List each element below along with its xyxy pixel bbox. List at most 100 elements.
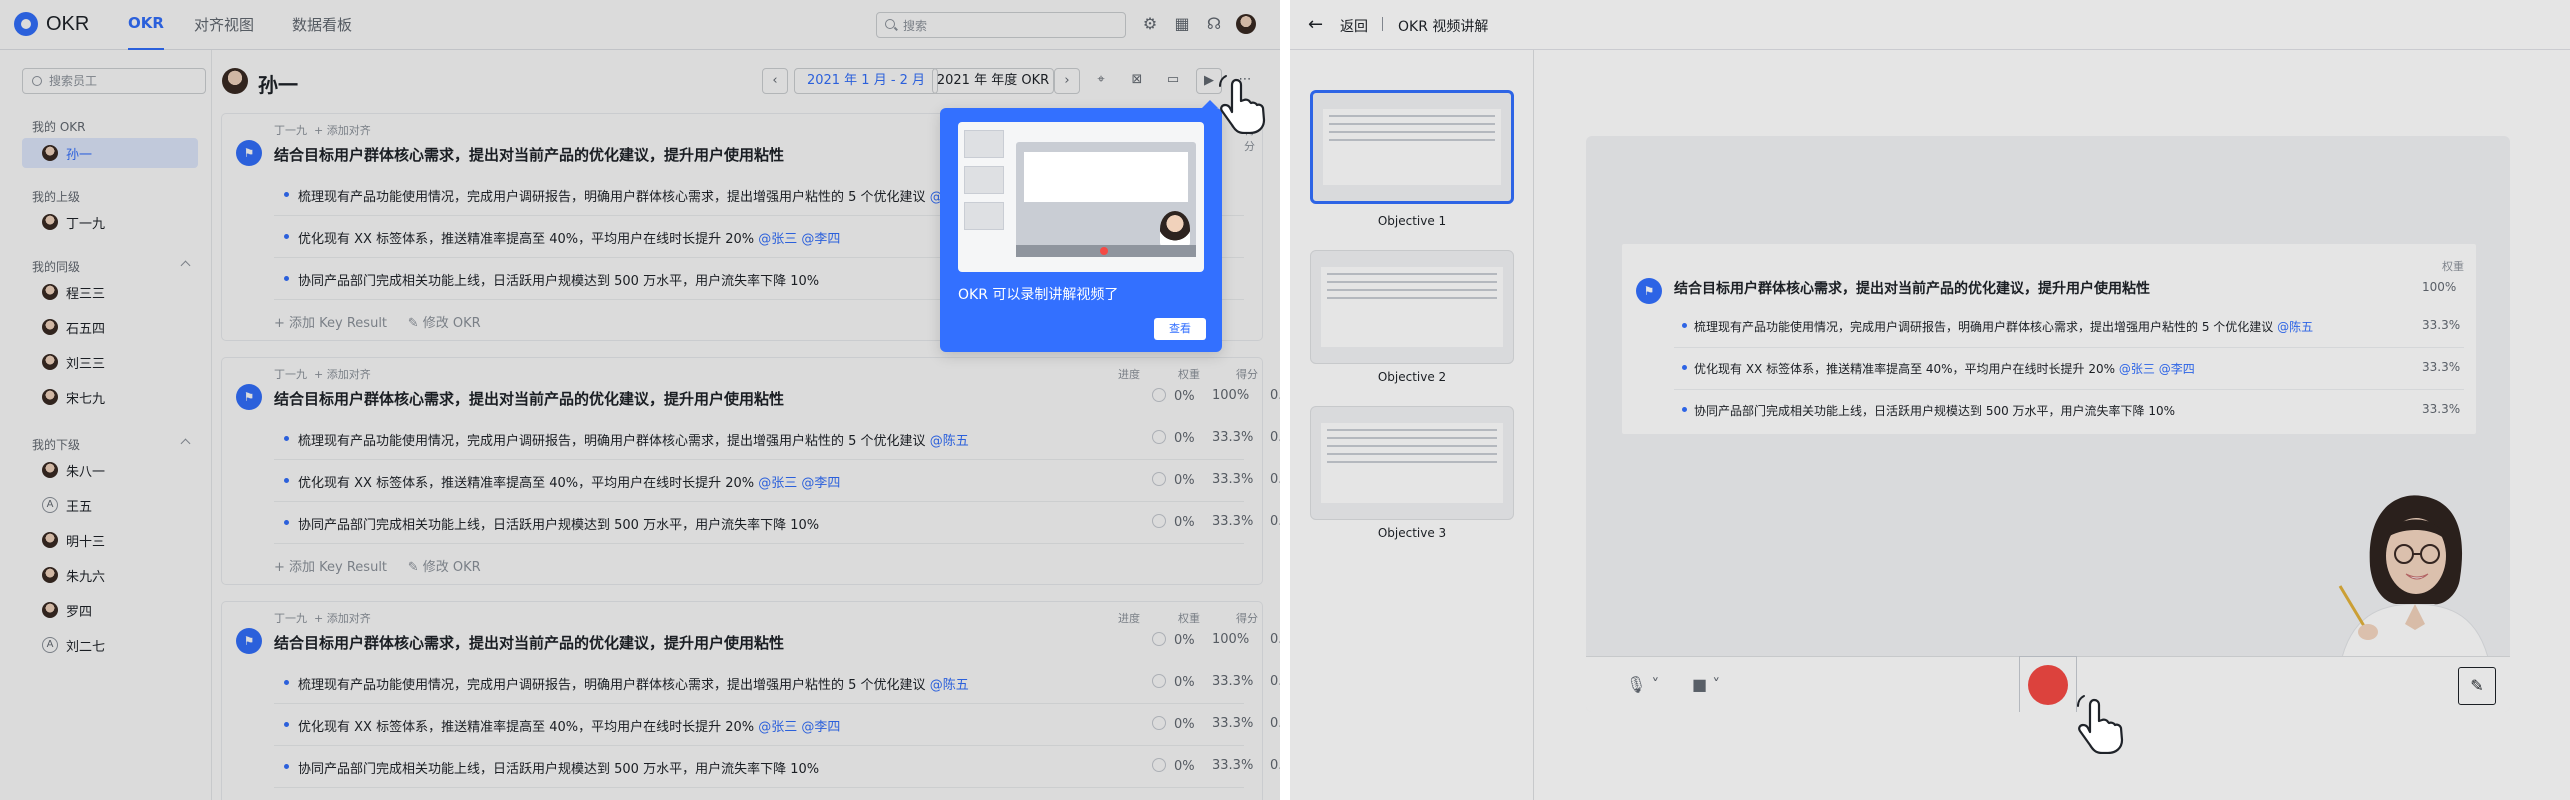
kr-mention[interactable]: @陈五 [930,434,969,449]
headset-icon[interactable]: ☊ [1204,14,1224,34]
flag-icon: ⚑ [236,628,262,654]
recording-controls: 🎙 ˅ ■ ˅ ✎ [1586,656,2510,712]
key-result-row[interactable]: 优化现有 XX 标签体系，推送精准率提高至 40%，平均用户在线时长提升 20%… [274,460,1280,502]
add-key-result-link[interactable]: + 添加 Key Result [274,316,387,331]
pen-icon[interactable]: ✎ [2458,667,2496,705]
key-result-row[interactable]: 协同产品部门完成相关功能上线，日活跃用户规模达到 500 万水平，用户流失率下降… [274,502,1280,544]
kr-mention[interactable]: @张三 @李四 [758,476,840,491]
kr-text: 梳理现有产品功能使用情况，完成用户调研报告，明确用户群体核心需求，提出增强用户粘… [298,674,969,693]
progress-text: 0% [1174,515,1195,530]
subs-group-header[interactable]: 我的下级 [32,436,191,453]
peers-group-header[interactable]: 我的同级 [32,258,191,275]
grid-icon[interactable]: ▦ [1172,14,1192,34]
progress-text: 0% [1174,473,1195,488]
sidebar-item-sub[interactable]: 朱九六 [22,560,198,590]
sidebar-item-label: 丁一九 [66,216,106,232]
sidebar-item-superior[interactable]: 丁一九 [22,207,198,237]
sidebar-item-peer[interactable]: 宋七九 [22,382,198,412]
objective-thumbnail[interactable] [1310,406,1514,520]
page-title: OKR 视频讲解 [1398,19,1489,35]
preview-stage [1016,142,1196,257]
kr-text: 梳理现有产品功能使用情况，完成用户调研报告，明确用户群体核心需求，提出增强用户粘… [298,430,969,449]
bullet-icon [284,520,289,525]
weight-value: 33.3% [1212,716,1254,731]
bullet-icon [1682,365,1687,370]
search-icon [885,19,895,29]
kr-mention[interactable]: @张三 @李四 [758,720,840,735]
avatar [42,319,58,335]
lock-icon[interactable]: ⊠ [1124,68,1150,94]
record-button[interactable] [2019,656,2077,712]
sidebar-item-sub[interactable]: 明十三 [22,525,198,555]
add-key-result-link[interactable]: + 添加 Key Result [274,560,387,575]
weight-value: 33.3% [1212,430,1254,445]
edit-okr-link[interactable]: 修改 OKR [423,560,481,575]
avatar [42,214,58,230]
weight-value: 100% [1212,388,1250,403]
progress-value: 0% [1152,716,1195,732]
chevron-left-icon[interactable]: ‹ [762,68,788,94]
edit-okr-link[interactable]: 修改 OKR [423,316,481,331]
sidebar-item-label: 罗四 [66,604,93,620]
nav-data-dashboard[interactable]: 数据看板 [292,14,352,35]
score-value: 0.0 [1270,388,1280,403]
user-name: 孙一 [258,73,298,97]
comment-icon[interactable]: ▭ [1160,68,1186,94]
sidebar-item-sub[interactable]: 朱八一 [22,455,198,485]
key-result-row[interactable]: 协同产品部门完成相关功能上线，日活跃用户规模达到 500 万水平，用户流失率下降… [274,746,1280,788]
progress-text: 0% [1174,633,1195,648]
key-result-row[interactable]: 优化现有 XX 标签体系，推送精准率提高至 40%，平均用户在线时长提升 20%… [274,704,1280,746]
objective-title[interactable]: 结合目标用户群体核心需求，提出对当前产品的优化建议，提升用户使用粘性 [274,144,784,165]
avatar [222,68,248,94]
date-range-selector[interactable]: 2021 年 1 月 - 2 月 [794,68,938,94]
period-selector[interactable]: 2021 年 年度 OKR [932,68,1054,94]
user-avatar[interactable] [1236,14,1256,34]
divider [1382,17,1383,31]
objective-thumbnail[interactable] [1310,90,1514,204]
chevron-right-icon[interactable]: › [1054,68,1080,94]
chevron-up-icon [180,438,191,449]
sidebar-item-peer[interactable]: 石五四 [22,312,198,342]
sidebar-item-sub[interactable]: 罗四 [22,595,198,625]
presenter-video [2338,495,2491,666]
kr-text: 优化现有 XX 标签体系，推送精准率提高至 40%，平均用户在线时长提升 20%… [1694,360,2195,377]
popup-message: OKR 可以录制讲解视频了 [958,287,1119,303]
okr-logo[interactable]: OKR [14,12,89,36]
weight-value: 33.3% [2422,318,2461,332]
sidebar-item-sub[interactable]: A 刘二七 [22,630,198,660]
back-arrow-icon[interactable]: ← [1308,16,1326,34]
kr-mention[interactable]: @陈五 [930,678,969,693]
sidebar-item-me[interactable]: 孙一 [22,138,198,168]
progress-text: 0% [1174,759,1195,774]
kr-text-body: 协同产品部门完成相关功能上线，日活跃用户规模达到 500 万水平，用户流失率下降… [298,518,820,533]
view-button[interactable]: 查看 [1154,318,1206,340]
kr-text-body: 协同产品部门完成相关功能上线，日活跃用户规模达到 500 万水平，用户流失率下降… [1694,404,2176,418]
sidebar-item-peer[interactable]: 程三三 [22,277,198,307]
sidebar-item-sub[interactable]: A 王五 [22,490,198,520]
kr-mention[interactable]: @张三 @李四 [758,232,840,247]
progress-value: 0% [1152,674,1195,690]
bullet-icon [284,478,289,483]
nav-okr[interactable]: OKR [128,14,164,50]
sidebar-item-peer[interactable]: 刘三三 [22,347,198,377]
objective-stats-row: 0% 100% 0.0 [274,620,1280,662]
key-result-row[interactable]: 梳理现有产品功能使用情况，完成用户调研报告，明确用户群体核心需求，提出增强用户粘… [274,662,1280,704]
preview-thumbnails [964,130,1004,260]
employee-search-input[interactable]: 搜索员工 [22,68,206,94]
add-alignment-link[interactable]: + 添加对齐 [314,124,371,137]
objective-thumbnail[interactable] [1310,250,1514,364]
search-input[interactable]: 搜索 [876,12,1126,38]
gear-icon[interactable]: ⚙ [1140,14,1160,34]
kr-text-body: 梳理现有产品功能使用情况，完成用户调研报告，明确用户群体核心需求，提出增强用户粘… [298,434,926,449]
initial-avatar: A [42,497,58,513]
pin-icon[interactable]: ⌖ [1088,68,1114,94]
score-value: 0.0 [1270,430,1280,445]
progress-value: 0% [1152,758,1195,774]
objective-stats-row: 0% 100% 0.0 [274,376,1280,418]
back-link[interactable]: 返回 [1340,16,1368,36]
key-result-row[interactable]: 梳理现有产品功能使用情况，完成用户调研报告，明确用户群体核心需求，提出增强用户粘… [274,418,1280,460]
progress-value: 0% [1152,472,1195,488]
microphone-icon[interactable]: 🎙 ˅ [1626,675,1659,694]
camera-icon[interactable]: ■ ˅ [1692,675,1720,694]
nav-alignment-view[interactable]: 对齐视图 [194,14,254,35]
